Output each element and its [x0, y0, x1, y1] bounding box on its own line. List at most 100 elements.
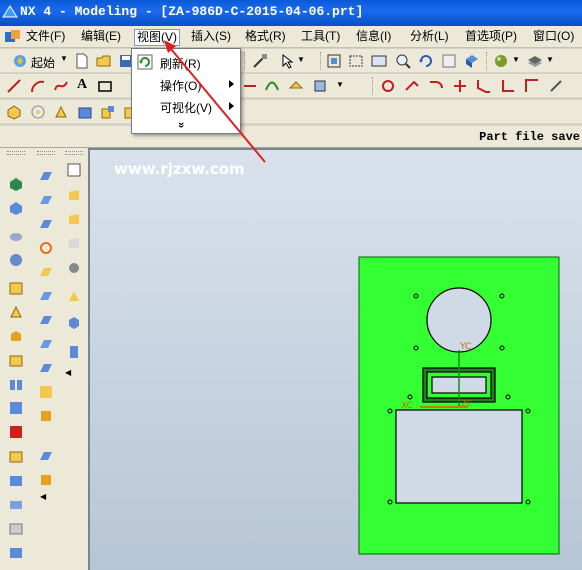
- menu-preferences[interactable]: 首选项(P): [463, 29, 519, 46]
- subtract-icon[interactable]: [8, 448, 24, 464]
- open-folder-icon[interactable]: [96, 53, 112, 69]
- new-file-icon[interactable]: [74, 53, 90, 69]
- intersect-icon[interactable]: [8, 472, 24, 488]
- surface-2-icon[interactable]: [38, 192, 54, 208]
- instance-icon[interactable]: [66, 288, 82, 304]
- surface-11-icon[interactable]: [38, 408, 54, 424]
- start-icon[interactable]: [12, 53, 28, 69]
- extrude-icon[interactable]: [6, 104, 22, 120]
- shaded-view-icon[interactable]: [464, 53, 480, 69]
- start-dropdown-icon[interactable]: ▼: [60, 54, 68, 63]
- chamfer-curve-icon[interactable]: [476, 78, 492, 94]
- menu-insert[interactable]: 插入(S): [189, 29, 233, 46]
- edge-blend-icon[interactable]: [8, 496, 24, 512]
- pocket-feature-icon[interactable]: [8, 328, 24, 344]
- divide-curve-icon[interactable]: [452, 78, 468, 94]
- curve-dropdown-icon[interactable]: ▼: [336, 80, 344, 89]
- arc-icon[interactable]: [30, 78, 46, 94]
- intersect-curve-icon[interactable]: [312, 78, 328, 94]
- menu-tools[interactable]: 工具(T): [299, 29, 342, 46]
- pan-icon[interactable]: [441, 53, 457, 69]
- surface-9-icon[interactable]: [38, 360, 54, 376]
- rectangle-icon[interactable]: [97, 78, 113, 94]
- extend-icon[interactable]: [404, 78, 420, 94]
- menu-edit[interactable]: 编辑(E): [79, 29, 123, 46]
- project-curve-icon[interactable]: [288, 78, 304, 94]
- surface-12-icon[interactable]: [38, 448, 54, 464]
- surface-1-icon[interactable]: [38, 168, 54, 184]
- pad-feature-icon[interactable]: [8, 352, 24, 368]
- datum-csys-icon[interactable]: [66, 236, 82, 252]
- trim-icon[interactable]: [380, 78, 396, 94]
- column-3-more-icon[interactable]: ◀: [65, 368, 71, 377]
- line-icon[interactable]: [6, 78, 22, 94]
- select-filter-icon[interactable]: [280, 53, 296, 69]
- menu-analysis[interactable]: 分析(L): [408, 29, 451, 46]
- sketch-icon[interactable]: [66, 162, 82, 178]
- groove-feature-icon[interactable]: [8, 400, 24, 416]
- bridge-curve-icon[interactable]: [264, 78, 280, 94]
- zoom-window-icon[interactable]: [348, 53, 364, 69]
- point-icon[interactable]: [66, 260, 82, 276]
- chamfer-icon[interactable]: [8, 520, 24, 536]
- graphics-window[interactable]: www.rjzxw.com YC XC ZC: [88, 148, 582, 570]
- rotate-icon[interactable]: [418, 53, 434, 69]
- sphere-icon[interactable]: [8, 252, 24, 268]
- select-dropdown-icon[interactable]: ▼: [297, 55, 305, 64]
- zoom-area-icon[interactable]: [371, 53, 387, 69]
- start-label[interactable]: 起始: [31, 54, 55, 71]
- block-icon[interactable]: [8, 176, 24, 192]
- extract-icon[interactable]: [66, 344, 82, 360]
- datum-axis-icon[interactable]: [66, 212, 82, 228]
- unite-icon[interactable]: [8, 424, 24, 440]
- view-menu-visualization[interactable]: 可视化(V): [132, 95, 240, 117]
- menu-view[interactable]: 视图(V): [134, 29, 180, 46]
- surface-5-icon[interactable]: [38, 264, 54, 280]
- menu-window[interactable]: 窗口(O): [531, 29, 576, 46]
- surface-4-icon[interactable]: [38, 240, 54, 256]
- corner-icon[interactable]: [500, 78, 516, 94]
- menu-file[interactable]: 文件(F): [24, 29, 67, 46]
- fillet-curve-icon[interactable]: [428, 78, 444, 94]
- view-menu-operation[interactable]: 操作(O): [132, 73, 240, 95]
- surface-3-icon[interactable]: [38, 216, 54, 232]
- mirror-icon[interactable]: [66, 314, 82, 330]
- text-tool-icon[interactable]: A: [77, 77, 87, 93]
- view-menu-refresh[interactable]: 刷新(R): [132, 51, 240, 73]
- slot-feature-icon[interactable]: [8, 376, 24, 392]
- shell-icon[interactable]: [8, 544, 24, 560]
- surface-10-icon[interactable]: [38, 384, 54, 400]
- hole-feature-icon[interactable]: [8, 280, 24, 296]
- surface-7-icon[interactable]: [38, 312, 54, 328]
- expand-menu-icon[interactable]: »: [175, 122, 187, 128]
- hole-icon[interactable]: [77, 104, 93, 120]
- datum-plane-icon[interactable]: [66, 188, 82, 204]
- boss-icon[interactable]: [100, 104, 116, 120]
- surface-8-icon[interactable]: [38, 336, 54, 352]
- fit-view-icon[interactable]: [326, 53, 342, 69]
- boss-feature-icon[interactable]: [8, 304, 24, 320]
- menu-format[interactable]: 格式(R): [243, 29, 288, 46]
- sweep-icon[interactable]: [53, 104, 69, 120]
- hole-1: [413, 293, 419, 299]
- dimension-icon[interactable]: [252, 53, 268, 69]
- submenu-arrow-icon: [229, 102, 234, 110]
- render-dropdown-icon[interactable]: ▼: [512, 55, 520, 64]
- layer-icon[interactable]: [527, 53, 543, 69]
- edit-length-icon[interactable]: [524, 78, 540, 94]
- revolve-icon[interactable]: [30, 104, 46, 120]
- layer-dropdown-icon[interactable]: ▼: [546, 55, 554, 64]
- offset-curve-icon[interactable]: [242, 78, 258, 94]
- sphere-render-icon[interactable]: [493, 53, 509, 69]
- column-2-more-icon[interactable]: ◀: [40, 492, 46, 501]
- edit-curve-icon[interactable]: [548, 78, 564, 94]
- menu-information[interactable]: 信息(I): [354, 29, 393, 46]
- spline-icon[interactable]: [53, 78, 69, 94]
- cone-icon[interactable]: [8, 228, 24, 244]
- surface-6-icon[interactable]: [38, 288, 54, 304]
- surface-13-icon[interactable]: [38, 472, 54, 488]
- nx-menu-icon[interactable]: [4, 29, 22, 45]
- zoom-icon[interactable]: [395, 53, 411, 69]
- part-drawing[interactable]: YC XC ZC: [90, 150, 582, 570]
- cylinder-icon[interactable]: [8, 200, 24, 216]
